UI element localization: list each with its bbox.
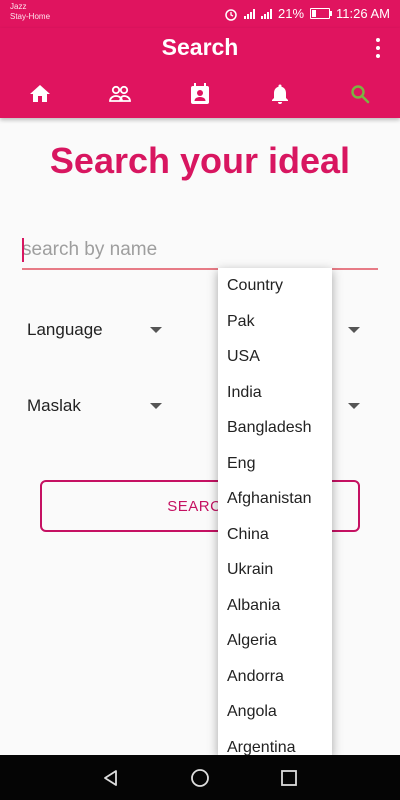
language-dropdown-arrow-icon[interactable]: [150, 327, 162, 333]
tab-bar: [0, 76, 400, 112]
tab-contacts[interactable]: [160, 76, 240, 112]
system-nav-bar: [0, 755, 400, 800]
status-icons: 21% 11:26 AM: [224, 6, 390, 21]
alarm-icon: [225, 8, 237, 21]
back-button[interactable]: [99, 766, 123, 790]
country-option[interactable]: Angola: [218, 694, 332, 730]
status-bar: Jazz Stay-Home 21% 11:26 AM: [0, 0, 400, 28]
headline: Search your ideal: [49, 140, 351, 181]
tab-people[interactable]: [80, 76, 160, 112]
signal-icon: [244, 8, 255, 19]
maslak-dropdown[interactable]: Maslak: [27, 396, 81, 416]
back-icon: [104, 770, 117, 786]
country-option[interactable]: Bangladesh: [218, 410, 332, 446]
dot-icon: [376, 54, 380, 58]
maslak-dropdown-arrow-icon[interactable]: [150, 403, 162, 409]
country-option[interactable]: Albania: [218, 588, 332, 624]
search-by-name-input[interactable]: [22, 232, 378, 270]
carrier-name: Jazz: [10, 2, 27, 11]
dot-icon: [376, 38, 380, 42]
contact-card-icon: [191, 83, 209, 104]
more-options-button[interactable]: [374, 38, 382, 58]
country-option[interactable]: Argentina: [218, 730, 332, 756]
search-icon: [351, 85, 370, 104]
country-dropdown-list: Country Pak USA India Bangladesh Eng Afghanist…: [218, 268, 332, 755]
language-dropdown[interactable]: Language: [27, 320, 103, 340]
country-option[interactable]: China: [218, 517, 332, 553]
tab-notifications[interactable]: [240, 76, 320, 112]
country-dropdown-arrow-icon[interactable]: [348, 327, 360, 333]
country-option[interactable]: Algeria: [218, 623, 332, 659]
country-option[interactable]: Pak: [218, 304, 332, 340]
battery-percent: 21%: [278, 6, 305, 21]
clock: 11:26 AM: [336, 6, 390, 21]
page-title: Search: [161, 34, 239, 60]
country-option[interactable]: USA: [218, 339, 332, 375]
tab-search[interactable]: [320, 76, 400, 112]
signal-icon-2: [261, 8, 272, 19]
country-option[interactable]: Afghanistan: [218, 481, 332, 517]
square-recents-icon: [281, 770, 297, 786]
app-bar: Search: [0, 28, 400, 118]
circle-home-icon: [191, 769, 209, 787]
home-icon: [30, 85, 50, 102]
second-dropdown-arrow-icon[interactable]: [348, 403, 360, 409]
country-option[interactable]: Andorra: [218, 659, 332, 695]
country-option[interactable]: Ukrain: [218, 552, 332, 588]
carrier-status: Stay-Home: [10, 12, 51, 21]
home-nav-button[interactable]: [188, 766, 212, 790]
bell-icon: [272, 84, 288, 104]
tab-home[interactable]: [0, 76, 80, 112]
text-cursor: [22, 238, 24, 262]
country-option[interactable]: Eng: [218, 446, 332, 482]
battery-icon: [310, 8, 333, 19]
dot-icon: [376, 46, 380, 50]
country-option[interactable]: Country: [218, 268, 332, 304]
country-option[interactable]: India: [218, 375, 332, 411]
carrier-info: Jazz Stay-Home: [10, 2, 50, 22]
people-icon: [109, 85, 131, 102]
recents-button[interactable]: [277, 766, 301, 790]
